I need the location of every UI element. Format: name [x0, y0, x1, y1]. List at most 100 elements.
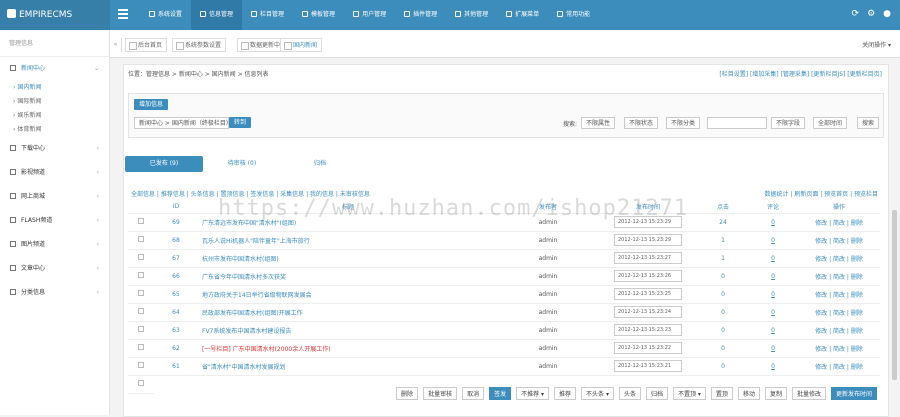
- action-button[interactable]: 推荐: [554, 387, 577, 400]
- id-cell[interactable]: 65: [154, 285, 198, 304]
- row-checkbox[interactable]: [138, 218, 144, 224]
- id-cell[interactable]: 68: [154, 231, 198, 250]
- close-tabs-button[interactable]: 关闭操作 ▾: [862, 40, 891, 49]
- comments-cell[interactable]: 0: [748, 285, 798, 304]
- comments-cell[interactable]: 0: [748, 357, 798, 376]
- sidebar-subitem[interactable]: › 娱乐新闻: [0, 109, 109, 123]
- time-input[interactable]: 2012-12-13 15:23:21: [614, 360, 682, 372]
- action-button[interactable]: 更新发布时间: [830, 387, 877, 400]
- search-select-2[interactable]: 不限状态: [624, 117, 659, 129]
- action-button[interactable]: 置顶: [710, 387, 733, 400]
- row-checkbox[interactable]: [138, 236, 144, 242]
- search-select-1[interactable]: 不限属性: [581, 117, 616, 129]
- title-cell[interactable]: [一号栏目] 广东中国清水村(2000余人开展工作): [198, 339, 498, 358]
- search-select-4[interactable]: 不限字段: [771, 117, 806, 129]
- user-icon[interactable]: ●: [883, 9, 891, 19]
- select-all-checkbox[interactable]: [138, 380, 144, 386]
- nav-item[interactable]: 扩展菜单: [497, 0, 548, 30]
- sidebar-subitem[interactable]: › 国际新闻: [0, 95, 109, 109]
- ops-cell[interactable]: 修改 | 简改 | 删除: [798, 321, 880, 340]
- logo[interactable]: EMPIRECMS: [0, 0, 110, 30]
- category-select[interactable]: 新闻中心 > 国内新闻（终极栏目）: [134, 117, 232, 129]
- comments-cell[interactable]: 0: [748, 339, 798, 358]
- nav-item[interactable]: 栏目管理: [242, 0, 293, 30]
- action-button[interactable]: 移动: [737, 387, 760, 400]
- right-links[interactable]: 数据统计 | 刷新页面 | 预览首页 | 预览栏目: [764, 189, 878, 198]
- sidebar-item[interactable]: 新闻中心 ⌄: [0, 57, 109, 81]
- sidebar-item[interactable]: 文章中心 ›: [0, 257, 109, 281]
- action-button[interactable]: 批量修改: [791, 387, 826, 400]
- tab[interactable]: 后台首页: [125, 38, 168, 52]
- sidebar-subitem[interactable]: › 国内新闻: [0, 81, 109, 95]
- ops-cell[interactable]: 修改 | 简改 | 删除: [798, 267, 880, 286]
- action-button[interactable]: 不置顶 ▾: [673, 387, 706, 400]
- title-cell[interactable]: FV7系统发布中国清水村建设报告: [198, 321, 498, 340]
- sidebar-item[interactable]: 图片频道 ›: [0, 233, 109, 257]
- time-input[interactable]: 2012-12-13 15:23:27: [614, 252, 682, 264]
- row-checkbox[interactable]: [138, 272, 144, 278]
- comments-cell[interactable]: 0: [748, 249, 798, 268]
- action-button[interactable]: 不头条 ▾: [581, 387, 614, 400]
- scrollbar[interactable]: [892, 210, 897, 380]
- time-input[interactable]: 2012-12-13 15:23:29: [614, 234, 682, 246]
- title-cell[interactable]: 瓦乐人说Hi机器人"陪伴童年"上海市旅行: [198, 231, 498, 250]
- go-button[interactable]: 转到: [229, 117, 252, 128]
- id-cell[interactable]: 61: [154, 357, 198, 376]
- comments-cell[interactable]: 0: [748, 267, 798, 286]
- ops-cell[interactable]: 修改 | 简改 | 删除: [798, 249, 880, 268]
- ops-cell[interactable]: 修改 | 简改 | 删除: [798, 231, 880, 250]
- id-cell[interactable]: 62: [154, 339, 198, 358]
- id-cell[interactable]: 67: [154, 249, 198, 268]
- add-info-button[interactable]: 增加信息: [134, 99, 169, 110]
- tab[interactable]: 国内新闻: [280, 38, 323, 52]
- time-input[interactable]: 2012-12-13 15:23:22: [614, 342, 682, 354]
- comments-cell[interactable]: 0: [748, 321, 798, 340]
- tab[interactable]: 系统参数设置: [172, 38, 227, 52]
- ops-cell[interactable]: 修改 | 简改 | 删除: [798, 303, 880, 322]
- title-cell[interactable]: 地方政府关于14日举行省级物联网发展会: [198, 285, 498, 304]
- gear-icon[interactable]: ⚙: [867, 9, 875, 19]
- status-tab[interactable]: 归档: [281, 156, 359, 172]
- id-cell[interactable]: 64: [154, 303, 198, 322]
- action-button[interactable]: 归档: [645, 387, 668, 400]
- comments-cell[interactable]: 0: [748, 303, 798, 322]
- action-button[interactable]: 删除: [396, 387, 419, 400]
- menu-toggle-icon[interactable]: [118, 9, 128, 21]
- breadcrumb-links[interactable]: [栏目设置] [增加采集] [管理采集] [更新栏目JS] [更新栏目页]: [719, 66, 882, 84]
- id-cell[interactable]: 66: [154, 267, 198, 286]
- action-button[interactable]: 取消: [462, 387, 485, 400]
- action-button[interactable]: 头条: [618, 387, 641, 400]
- search-input[interactable]: [707, 117, 767, 129]
- sidebar-item[interactable]: 下载中心 ›: [0, 137, 109, 161]
- time-input[interactable]: 2012-12-13 15:23:23: [614, 324, 682, 336]
- time-input[interactable]: 2012-12-13 15:23:25: [614, 288, 682, 300]
- comments-cell[interactable]: 0: [748, 231, 798, 250]
- row-checkbox[interactable]: [138, 290, 144, 296]
- ops-cell[interactable]: 修改 | 简改 | 删除: [798, 213, 880, 232]
- ops-cell[interactable]: 修改 | 简改 | 删除: [798, 285, 880, 304]
- action-button[interactable]: 批量审核: [423, 387, 458, 400]
- status-tab[interactable]: 待审核 (0): [203, 156, 281, 172]
- nav-item[interactable]: 用户管理: [344, 0, 395, 30]
- sidebar-item[interactable]: 影视频道 ›: [0, 161, 109, 185]
- row-checkbox[interactable]: [138, 308, 144, 314]
- title-cell[interactable]: 广东省今年中国清水村多次获奖: [198, 267, 498, 286]
- sidebar-subitem[interactable]: › 体育新闻: [0, 123, 109, 137]
- search-select-3[interactable]: 不限分类: [666, 117, 701, 129]
- sidebar-item[interactable]: 网上商城 ›: [0, 185, 109, 209]
- tab-left-arrow-icon[interactable]: «: [110, 38, 122, 52]
- sidebar-item[interactable]: FLASH频道 ›: [0, 209, 109, 233]
- row-checkbox[interactable]: [138, 344, 144, 350]
- sidebar-item[interactable]: 分类信息 ›: [0, 281, 109, 305]
- refresh-icon[interactable]: ⟳: [852, 9, 860, 19]
- action-button[interactable]: 不推荐 ▾: [516, 387, 550, 400]
- search-select-5[interactable]: 全部时间: [813, 117, 848, 129]
- nav-item[interactable]: 其他管理: [446, 0, 497, 30]
- row-checkbox[interactable]: [138, 326, 144, 332]
- ops-cell[interactable]: 修改 | 简改 | 删除: [798, 357, 880, 376]
- status-tab[interactable]: 已发布 (9): [125, 156, 203, 172]
- action-button[interactable]: 复制: [764, 387, 787, 400]
- row-checkbox[interactable]: [138, 254, 144, 260]
- id-cell[interactable]: 69: [154, 213, 198, 232]
- search-button[interactable]: 搜索: [857, 117, 880, 129]
